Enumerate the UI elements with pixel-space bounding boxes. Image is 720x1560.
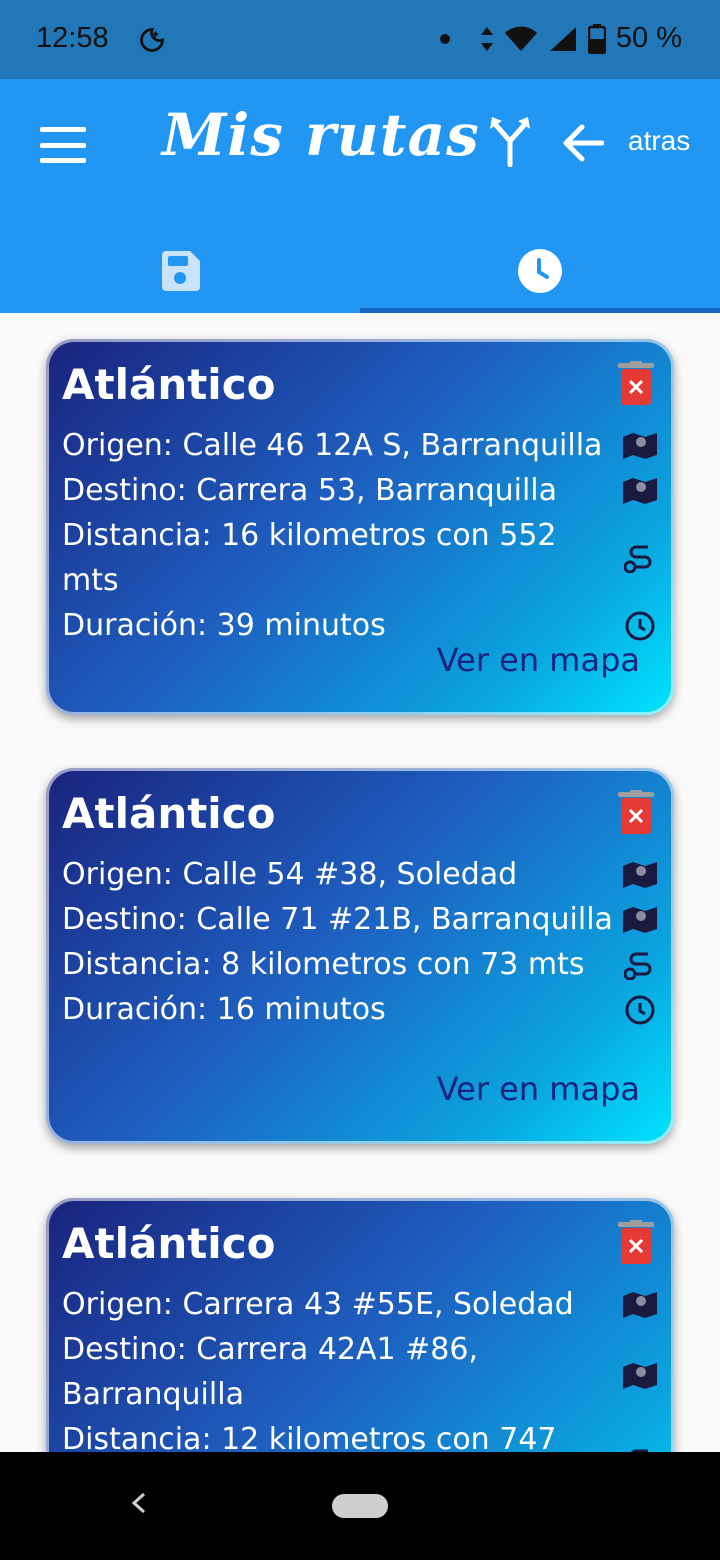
- route-origin: Origen: Calle 46 12A S, Barranquilla: [62, 423, 658, 468]
- arrow-back-icon[interactable]: [562, 123, 604, 163]
- data-arrows-icon: [480, 26, 493, 51]
- map-icon: [622, 1358, 658, 1394]
- map-icon: [622, 857, 658, 893]
- route-heading: Atlántico: [62, 1219, 276, 1268]
- route-origin: Origen: Calle 54 #38, Soledad: [62, 852, 658, 897]
- tab-history[interactable]: [360, 229, 720, 313]
- nav-home-button[interactable]: [332, 1494, 388, 1518]
- clock-icon: [622, 992, 658, 1028]
- route-card: Atlántico Origen: Carrera 43 #55E, Soled…: [46, 1198, 674, 1452]
- status-right: 50 %: [439, 22, 682, 55]
- menu-icon: [40, 127, 86, 132]
- app-bar: Mis rutas atras: [0, 79, 720, 313]
- notification-dot-icon: [439, 33, 450, 44]
- map-icon: [622, 902, 658, 938]
- menu-button[interactable]: [40, 127, 86, 163]
- save-icon: [162, 251, 200, 291]
- nav-back-icon[interactable]: [128, 1488, 150, 1518]
- route-destination: Destino: Calle 71 #21B, Barranquilla: [62, 897, 658, 942]
- route-distance: Distancia: 12 kilometros con 747 mts: [62, 1417, 658, 1452]
- page-title: Mis rutas: [162, 101, 480, 169]
- routes-list[interactable]: Atlántico Origen: Calle 46 12A S, Barran…: [0, 313, 720, 1452]
- route-duration: Duración: 16 minutos: [62, 987, 658, 1032]
- clock-icon: [622, 608, 658, 644]
- map-icon: [622, 473, 658, 509]
- route-destination: Destino: Carrera 53, Barranquilla: [62, 468, 658, 513]
- route-card: Atlántico Origen: Calle 46 12A S, Barran…: [46, 339, 674, 715]
- status-bar: 12:58 50 %: [0, 0, 720, 79]
- battery-percent: 50 %: [615, 22, 682, 54]
- map-icon: [622, 1287, 658, 1323]
- route-icon: [622, 540, 658, 576]
- clock-icon: [518, 249, 562, 293]
- route-distance: Distancia: 16 kilometros con 552 mts: [62, 513, 658, 603]
- route-origin: Origen: Carrera 43 #55E, Soledad: [62, 1282, 658, 1327]
- trash-icon[interactable]: [618, 361, 654, 407]
- status-time: 12:58: [36, 22, 109, 54]
- do-not-disturb-icon: [140, 28, 164, 52]
- battery-icon: [587, 23, 606, 54]
- map-icon: [622, 428, 658, 464]
- wifi-icon: [504, 26, 537, 51]
- trash-icon[interactable]: [618, 1220, 654, 1266]
- route-icon: [622, 1444, 658, 1452]
- route-fork-icon[interactable]: [488, 115, 532, 167]
- back-button[interactable]: atras: [628, 125, 690, 157]
- route-heading: Atlántico: [62, 360, 276, 409]
- route-distance: Distancia: 8 kilometros con 73 mts: [62, 942, 658, 987]
- system-nav-bar: [0, 1452, 720, 1560]
- view-map-button[interactable]: Ver en mapa: [437, 1070, 640, 1108]
- route-card: Atlántico Origen: Calle 54 #38, Soledad …: [46, 768, 674, 1144]
- route-heading: Atlántico: [62, 789, 276, 838]
- trash-icon[interactable]: [618, 790, 654, 836]
- route-icon: [622, 947, 658, 983]
- tab-saved[interactable]: [0, 229, 360, 313]
- cell-signal-icon: [549, 26, 576, 51]
- view-map-button[interactable]: Ver en mapa: [437, 641, 640, 679]
- route-destination: Destino: Carrera 42A1 #86, Barranquilla: [62, 1332, 478, 1412]
